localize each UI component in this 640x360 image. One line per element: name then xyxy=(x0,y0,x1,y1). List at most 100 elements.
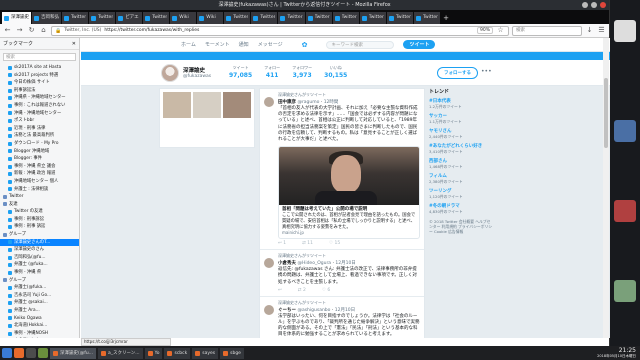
tab[interactable]: Twitter xyxy=(224,12,251,24)
nav-home[interactable]: ホーム xyxy=(181,41,196,48)
trend-item[interactable]: #あなたがどれくらい好き 3,410件のツイート xyxy=(429,143,493,155)
tweet-author[interactable]: ぐーちー xyxy=(278,308,296,313)
bookmark-item[interactable]: 事例 - 沖縄 県 xyxy=(0,269,79,277)
tweet[interactable]: 深澤諭史さんがリツイート 田中康彦 @ragumo · 12時間 「首相の友人が代表… xyxy=(260,89,424,251)
taskbar-task[interactable]: Yo xyxy=(144,347,163,359)
bookmark-item[interactable]: 近現 - 刑事 法律 xyxy=(0,125,79,133)
start-menu-icon[interactable] xyxy=(2,348,12,358)
taskbar-task[interactable]: 深澤諭史(@fu... xyxy=(50,347,96,359)
trend-item[interactable]: #冬の朝ドラマ 4,830件のツイート xyxy=(429,203,493,215)
like-icon[interactable]: ♡ 15 xyxy=(329,241,340,246)
nav-messages[interactable]: メッセージ xyxy=(258,41,283,48)
bookmark-item[interactable]: 事例 - 沖縄 県立 議会 xyxy=(0,163,79,171)
bookmark-item[interactable]: Blogger 沖縄地域 xyxy=(0,148,79,156)
zoom-indicator[interactable]: 90% xyxy=(476,27,493,34)
nav-notifications[interactable]: 通知 xyxy=(239,41,249,48)
retweet-icon[interactable]: ⇄ 2 xyxy=(298,288,306,293)
bookmark-item[interactable]: 今日の株価 サイト xyxy=(0,79,79,87)
tab[interactable]: Twitter xyxy=(143,12,170,24)
tab[interactable]: Twitter xyxy=(386,12,413,24)
url-bar[interactable]: 🔒 Twitter, Inc. (US) https://twitter.com… xyxy=(51,25,509,36)
close-window-button[interactable] xyxy=(600,2,606,8)
avatar[interactable] xyxy=(161,64,179,82)
tweet-time[interactable]: 12月10日 xyxy=(335,261,355,266)
tweet-author[interactable]: 田中康彦 xyxy=(278,100,296,105)
desktop-file-icon[interactable] xyxy=(614,280,636,302)
bookmark-item[interactable]: ポストbbr xyxy=(0,117,79,125)
minimize-button[interactable] xyxy=(582,2,588,8)
profile-stat[interactable]: ツイート 97,085 xyxy=(229,65,252,79)
bookmark-item[interactable]: 弁護士 Ara... xyxy=(0,307,79,315)
home-icon[interactable]: ⌂ xyxy=(39,26,48,35)
taskbar-task[interactable]: sayes xyxy=(192,347,219,359)
bookmark-item[interactable]: 刑事訴訟法 xyxy=(0,87,79,95)
search-input[interactable]: 検索 xyxy=(512,25,582,36)
tab[interactable]: Twitter xyxy=(359,12,386,24)
tab[interactable]: Twitter xyxy=(251,12,278,24)
scrollbar-thumb[interactable] xyxy=(604,78,608,148)
bookmark-item[interactable]: 弁護士(@fuka... xyxy=(0,284,79,292)
bookmark-item[interactable]: 北海道(Hokkai... xyxy=(0,322,79,330)
maximize-button[interactable] xyxy=(591,2,597,8)
forward-arrow-icon[interactable]: → xyxy=(15,26,24,35)
tweet-button[interactable]: ツイート xyxy=(403,40,436,49)
bookmark-item[interactable]: ダウンロード - My Pro xyxy=(0,140,79,148)
bookmark-item[interactable]: 事例 : これは報道されない xyxy=(0,102,79,110)
tweet-author[interactable]: 小倉秀夫 xyxy=(278,261,296,266)
nav-moments[interactable]: モーメント xyxy=(205,41,230,48)
close-icon[interactable]: ✕ xyxy=(72,41,76,47)
taskbar-task[interactable]: a_スクリーン... xyxy=(97,347,143,359)
tweet[interactable]: 深澤諭史さんがリツイート 小倉秀夫 @Hideo_Ogura · 12月10日 返信… xyxy=(260,250,424,297)
bookmark-item[interactable]: グループ xyxy=(0,231,79,239)
bookmark-item[interactable]: 事例 : 刑事訴訟 xyxy=(0,216,79,224)
tab[interactable]: Wiki xyxy=(197,12,224,24)
profile-stat[interactable]: いいね 30,155 xyxy=(324,65,347,79)
bookmark-item[interactable]: Keiko Ogawa xyxy=(0,315,79,323)
twitter-bird-icon[interactable]: ✿ xyxy=(302,41,308,49)
tweet[interactable]: 深澤諭史さんがリツイート ぐーちー @ashigusanbo · 12月10日 法学… xyxy=(260,297,424,338)
desktop-file-icon[interactable] xyxy=(614,120,636,142)
trend-item[interactable]: ヤモリさん 2,440件のツイート xyxy=(429,128,493,140)
link-card[interactable]: 首相「問題は考えていた」公開の場で説明 ここで公開されたのは、首相が記者会見で理由… xyxy=(278,146,420,240)
tab[interactable]: Twitter xyxy=(278,12,305,24)
retweet-icon[interactable]: ⇄ 11 xyxy=(302,241,313,246)
firefox-launcher-icon[interactable] xyxy=(14,348,24,358)
trend-item[interactable]: サッカー 1.1万件のツイート xyxy=(429,113,493,125)
window-titlebar[interactable]: 深澤諭史(fukazawas)さん | Twitterから返信付きツイート - … xyxy=(0,0,609,10)
bookmark-item[interactable]: 沖縄 - 沖縄地域センター xyxy=(0,110,79,118)
bookmark-item[interactable]: 沖縄地域センター 個人 xyxy=(0,178,79,186)
files-launcher-icon[interactable] xyxy=(38,348,48,358)
like-icon[interactable]: ♡ 6 xyxy=(322,288,330,293)
trend-item[interactable]: フィルム 2,380件のツイート xyxy=(429,173,493,185)
reply-icon[interactable]: ↩ 1 xyxy=(278,241,286,246)
profile-name[interactable]: 深澤諭史 xyxy=(183,66,205,74)
bookmark-star-icon[interactable]: ☆ xyxy=(496,26,505,35)
desktop-file-icon[interactable] xyxy=(614,20,636,42)
bookmark-item[interactable]: グループ xyxy=(0,277,79,285)
bookmark-item[interactable]: 深澤諭史のさん xyxy=(0,246,79,254)
bookmark-item[interactable]: 深澤諭史さんのT... xyxy=(0,238,79,247)
tab[interactable]: Twitter xyxy=(413,12,441,24)
system-clock[interactable]: 21:25 2018年05月10日木曜日 xyxy=(597,348,638,359)
back-arrow-icon[interactable]: ← xyxy=(3,26,12,35)
trend-item[interactable]: 西部さん 1,468件のツイート xyxy=(429,158,493,170)
new-tab-icon[interactable]: + xyxy=(441,12,451,24)
tab[interactable]: 深澤諭史 xyxy=(2,12,31,24)
bookmark-item[interactable]: 事例 : 刑事 訴訟 xyxy=(0,223,79,231)
url-text[interactable]: https://twitter.com/fukazawas/with_repli… xyxy=(104,28,474,33)
bookmark-item[interactable]: 吉岡和弘(@fu... xyxy=(0,254,79,262)
tab[interactable]: Twitter xyxy=(305,12,332,24)
bookmark-item[interactable]: sk2017 projects 特選 xyxy=(0,72,79,80)
twitter-search-input[interactable]: キーワード検索 xyxy=(326,40,395,49)
tab[interactable]: Twitter xyxy=(62,12,89,24)
tab[interactable]: Twitter xyxy=(89,12,116,24)
bookmark-item[interactable]: 弁護士 @sakai... xyxy=(0,299,79,307)
bookmark-item[interactable]: 吉永浩司 Yuji Go... xyxy=(0,292,79,300)
photo-thumbnail[interactable] xyxy=(223,92,251,118)
terminal-launcher-icon[interactable] xyxy=(26,348,36,358)
avatar[interactable] xyxy=(264,304,274,315)
menu-icon[interactable]: ☰ xyxy=(597,26,606,35)
follow-button[interactable]: フォローする xyxy=(437,67,478,79)
reload-icon[interactable]: ↻ xyxy=(27,26,36,35)
bookmark-item[interactable]: 新報 : 沖縄 政治 報道 xyxy=(0,170,79,178)
